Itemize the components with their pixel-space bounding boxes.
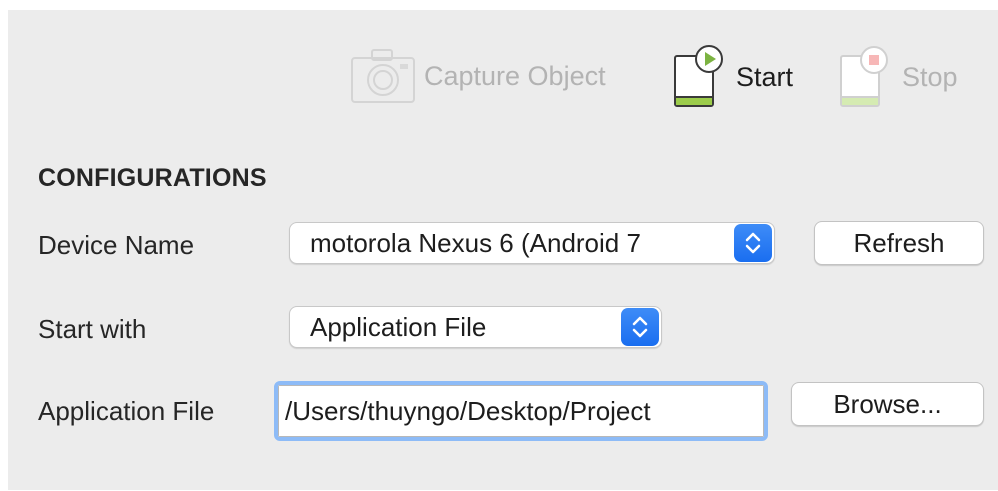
start-with-value: Application File <box>310 311 487 342</box>
configuration-panel: Capture Object Start Stop CONFIGURATIONS… <box>8 10 998 490</box>
start-button[interactable]: Start <box>672 44 793 110</box>
stop-button[interactable]: Stop <box>838 44 958 110</box>
device-stop-icon <box>838 44 890 110</box>
device-name-select[interactable]: motorola Nexus 6 (Android 7 <box>289 222 775 264</box>
configurations-heading: CONFIGURATIONS <box>38 164 267 192</box>
stop-label: Stop <box>902 61 958 92</box>
application-file-label: Application File <box>38 396 215 426</box>
updown-chevron-icon <box>621 308 659 346</box>
refresh-button[interactable]: Refresh <box>814 221 984 265</box>
application-file-field[interactable] <box>274 381 768 441</box>
device-name-value: motorola Nexus 6 (Android 7 <box>310 227 641 258</box>
capture-object-button[interactable]: Capture Object <box>350 46 606 106</box>
start-with-select[interactable]: Application File <box>289 306 662 348</box>
browse-button[interactable]: Browse... <box>791 382 984 426</box>
updown-chevron-icon <box>734 224 772 262</box>
application-file-input[interactable] <box>278 385 764 437</box>
start-label: Start <box>736 61 794 92</box>
device-name-label: Device Name <box>38 230 195 260</box>
device-start-icon <box>672 44 724 110</box>
start-with-label: Start with <box>38 314 147 344</box>
capture-object-label: Capture Object <box>424 60 606 91</box>
camera-icon <box>350 46 418 106</box>
